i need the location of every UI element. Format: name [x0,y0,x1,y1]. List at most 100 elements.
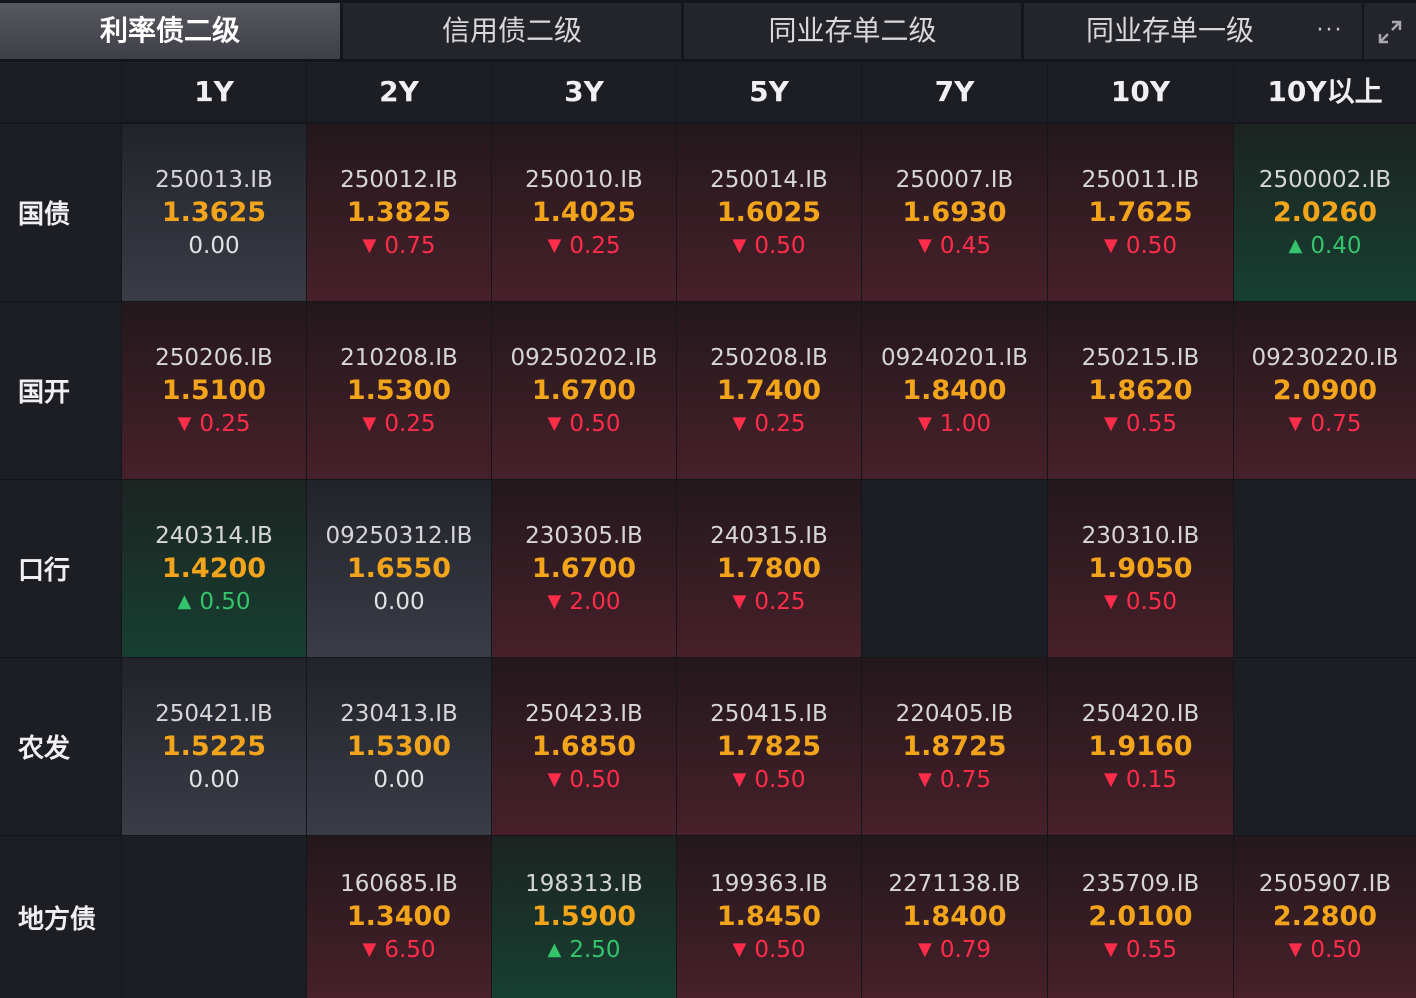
tab-ncd-secondary[interactable]: 同业存单二级 [684,3,1021,59]
quote-cell[interactable]: 230310.IB 1.9050 ▼ 0.50 [1048,480,1233,657]
change-number: 0.50 [569,410,621,437]
header-tenor-5: 10Y [1048,62,1233,122]
yield-value: 1.9160 [1088,730,1193,762]
bond-code: 2271138.IB [888,871,1021,897]
down-arrow-icon: ▼ [917,412,932,434]
yield-value: 1.5300 [346,730,452,762]
bond-code: 250007.IB [895,166,1014,193]
more-tabs-button[interactable]: ··· [1298,3,1362,59]
quote-cell[interactable]: 2500002.IB 2.0260 ▲ 0.40 [1234,124,1416,301]
quote-cell[interactable]: 09250312.IB 1.6550 0.00 [307,480,491,657]
quote-cell[interactable]: 250012.IB 1.3825 ▼ 0.75 [307,124,491,301]
down-arrow-icon: ▼ [177,412,192,434]
down-arrow-icon: ▼ [362,234,377,256]
empty-cell [1234,658,1416,835]
yield-value: 1.6025 [716,196,822,228]
quote-cell[interactable]: 230305.IB 1.6700 ▼ 2.00 [492,480,676,657]
yield-value: 1.7400 [716,374,822,406]
change-number: 0.50 [1310,937,1362,963]
bond-code: 235709.IB [1081,871,1200,897]
change-number: 0.79 [939,937,992,963]
quote-cell[interactable]: 250208.IB 1.7400 ▼ 0.25 [677,302,861,479]
bond-code: 240315.IB [710,522,828,549]
quote-cell[interactable]: 250420.IB 1.9160 ▼ 0.15 [1048,658,1233,835]
bond-code: 250012.IB [340,166,458,193]
quote-cell[interactable]: 250007.IB 1.6930 ▼ 0.45 [862,124,1047,301]
down-arrow-icon: ▼ [547,412,562,434]
quote-cell[interactable]: 09230220.IB 2.0900 ▼ 0.75 [1234,302,1416,479]
down-arrow-icon: ▼ [1288,939,1303,960]
quote-cell[interactable]: 250421.IB 1.5225 0.00 [122,658,306,835]
bond-code: 09250202.IB [510,344,658,371]
change-number: 0.50 [754,766,806,793]
down-arrow-icon: ▼ [1103,939,1118,960]
down-arrow-icon: ▼ [732,768,747,790]
quote-cell[interactable]: 09240201.IB 1.8400 ▼ 1.00 [862,302,1047,479]
header-corner [0,62,121,122]
change-number: 0.55 [1125,937,1178,963]
bond-code: 250011.IB [1081,166,1200,193]
change-value: ▼ 0.50 [1104,230,1177,262]
quote-cell[interactable]: 2271138.IB 1.8400 ▼ 0.79 [862,836,1047,998]
quote-cell[interactable]: 250010.IB 1.4025 ▼ 0.25 [492,124,676,301]
bond-code: 160685.IB [340,871,458,897]
quote-cell[interactable]: 09250202.IB 1.6700 ▼ 0.50 [492,302,676,479]
change-value: ▼ 6.50 [362,934,435,966]
quote-cell[interactable]: 250014.IB 1.6025 ▼ 0.50 [677,124,861,301]
up-arrow-icon: ▲ [177,590,192,612]
change-number: 0.00 [188,766,240,793]
change-number: 0.00 [188,232,240,259]
change-value: ▼ 0.79 [918,934,991,966]
yield-value: 2.0260 [1272,196,1378,228]
bond-code: 230310.IB [1081,522,1200,549]
change-number: 0.75 [1310,410,1362,437]
change-number: 0.50 [1125,232,1178,259]
bond-code: 250208.IB [710,344,828,371]
quote-cell[interactable]: 210208.IB 1.5300 ▼ 0.25 [307,302,491,479]
quote-cell[interactable]: 250423.IB 1.6850 ▼ 0.50 [492,658,676,835]
quote-cell[interactable]: 250011.IB 1.7625 ▼ 0.50 [1048,124,1233,301]
tab-bar: 利率债二级 信用债二级 同业存单二级 同业存单一级 ··· [0,0,1416,60]
change-value: ▲ 2.50 [547,934,620,966]
change-value: ▼ 0.25 [732,408,805,440]
expand-icon [1377,16,1403,46]
quote-cell[interactable]: 160685.IB 1.3400 ▼ 6.50 [307,836,491,998]
change-number: 0.25 [569,232,621,259]
quote-cell[interactable]: 250013.IB 1.3625 0.00 [122,124,306,301]
yield-value: 1.8620 [1088,374,1193,406]
quote-cell[interactable]: 250206.IB 1.5100 ▼ 0.25 [122,302,306,479]
quote-cell[interactable]: 220405.IB 1.8725 ▼ 0.75 [862,658,1047,835]
quote-cell[interactable]: 240314.IB 1.4200 ▲ 0.50 [122,480,306,657]
empty-cell [1234,480,1416,657]
change-value: ▼ 0.50 [732,230,805,262]
bond-code: 250013.IB [155,166,273,193]
row-label-4: 地方债 [0,836,121,998]
tab-rate-bond-secondary[interactable]: 利率债二级 [0,3,340,59]
change-number: 6.50 [384,937,436,963]
quote-cell[interactable]: 198313.IB 1.5900 ▲ 2.50 [492,836,676,998]
change-number: 0.40 [1310,232,1362,259]
yield-value: 1.4025 [531,196,637,228]
yield-value: 1.7625 [1088,196,1193,228]
change-number: 0.15 [1125,766,1178,793]
quote-cell[interactable]: 199363.IB 1.8450 ▼ 0.50 [677,836,861,998]
down-arrow-icon: ▼ [1103,590,1118,612]
bond-code: 250014.IB [710,166,828,193]
quote-cell[interactable]: 235709.IB 2.0100 ▼ 0.55 [1048,836,1233,998]
quote-cell[interactable]: 250215.IB 1.8620 ▼ 0.55 [1048,302,1233,479]
bond-code: 09240201.IB [881,344,1028,371]
quote-cell[interactable]: 250415.IB 1.7825 ▼ 0.50 [677,658,861,835]
quote-cell[interactable]: 230413.IB 1.5300 0.00 [307,658,491,835]
change-value: ▼ 0.25 [362,408,435,440]
bond-code: 2500002.IB [1258,166,1392,193]
quote-cell[interactable]: 240315.IB 1.7800 ▼ 0.25 [677,480,861,657]
tab-credit-bond-secondary[interactable]: 信用债二级 [343,3,681,59]
change-value: ▼ 0.55 [1104,934,1177,966]
change-number: 2.00 [569,588,621,615]
change-value: ▼ 0.25 [547,230,620,262]
yield-value: 1.3400 [346,901,452,932]
expand-button[interactable] [1364,3,1416,59]
bond-code: 250421.IB [155,700,273,727]
header-tenor-1: 2Y [307,62,491,122]
quote-cell[interactable]: 2505907.IB 2.2800 ▼ 0.50 [1234,836,1416,998]
